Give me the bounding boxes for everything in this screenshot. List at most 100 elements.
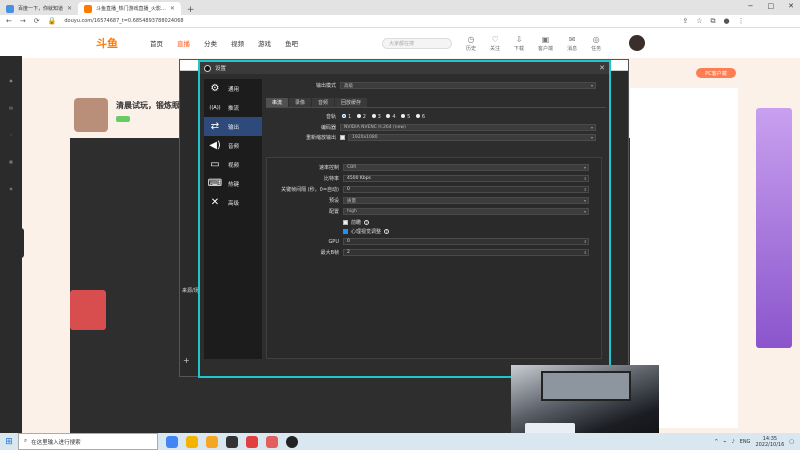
site-search-input[interactable]: 大家都在搜 [382,37,452,49]
lookahead-checkbox[interactable] [343,220,348,225]
rail-item[interactable]: ◉ [0,78,22,83]
minimize-button[interactable]: − [748,2,754,10]
rail-item[interactable]: ◈ [0,186,22,191]
message-button[interactable]: ✉ 消息 [567,35,577,52]
bitrate-spinbox[interactable]: 4500 Kbps ⇕ [343,175,589,182]
sidebar-item-video[interactable]: ▭ 视频 [204,155,262,174]
download-button[interactable]: ⇩ 下载 [514,35,524,52]
tab-recording[interactable]: 录像 [289,98,312,107]
sidebar-toggle-handle[interactable] [18,228,24,258]
clock[interactable]: 14:35 2022/10/16 [755,436,784,448]
spin-arrows-icon[interactable]: ⇕ [584,187,588,192]
spin-arrows-icon[interactable]: ⇕ [584,250,588,255]
message-label: 消息 [567,45,578,52]
sidebar-item-output[interactable]: ⇄ 输出 [204,117,262,136]
sidebar-item-hotkeys[interactable]: ⌨ 热键 [204,174,262,193]
windows-start-button[interactable]: ⊞ [0,433,18,450]
promo-banner[interactable] [756,108,792,348]
tab-close-icon[interactable]: ✕ [67,5,72,12]
task-button[interactable]: ◎ 任务 [591,35,601,52]
rescale-checkbox[interactable] [340,135,345,140]
rail-item[interactable]: ▦ [0,159,22,164]
browser-tab-active[interactable]: 斗鱼直播_热门游戏直播_火影... ✕ [78,2,181,15]
history-label: 历史 [466,45,477,52]
volume-icon[interactable]: ♪ [731,439,734,445]
rate-control-select[interactable]: CBR ▾ [343,164,589,171]
tab-streaming[interactable]: 串流 [266,98,289,107]
douyu-logo[interactable]: 斗鱼 [96,35,118,51]
sidebar-item-general[interactable]: ⚙ 通用 [204,79,262,98]
rail-item[interactable]: ♢ [0,132,22,137]
add-scene-button[interactable]: + [183,356,190,365]
new-tab-button[interactable]: + [181,5,201,15]
streamer-avatar[interactable] [74,98,108,132]
audio-track-num: 1 [348,113,352,120]
help-icon[interactable]: ? [384,229,390,234]
forward-arrow-icon[interactable]: → [20,17,26,25]
app-icon[interactable] [206,435,218,448]
reload-icon[interactable]: ⟳ [34,17,40,25]
audio-track-radio-4[interactable] [386,113,391,118]
encoder-select[interactable]: NVIDIA NVENC H.264 (new) ▾ [340,124,596,131]
spin-arrows-icon[interactable]: ⇕ [584,239,588,244]
history-button[interactable]: ◷ 历史 [466,35,476,52]
explorer-icon[interactable] [186,435,198,448]
follow-button[interactable]: ♡ 关注 [490,35,500,52]
obs-taskbar-icon[interactable] [286,435,298,448]
chevron-up-icon[interactable]: ^ [714,439,718,445]
spin-arrows-icon[interactable]: ⇕ [584,176,588,181]
gpu-spinbox[interactable]: 0 ⇕ [343,238,589,245]
preset-select[interactable]: 质量 ▾ [343,197,589,204]
psycho-visual-checkbox[interactable] [343,229,348,234]
keyframe-spinbox[interactable]: 0 ⇕ [343,186,589,193]
maximize-button[interactable]: □ [768,2,775,10]
nav-home[interactable]: 首页 [150,38,163,48]
rescale-select[interactable]: 1920x1080 ▾ [348,134,596,141]
nav-yuba[interactable]: 鱼吧 [285,38,298,48]
taskbar-search-box[interactable]: ⌕ 在这里输入进行搜索 [18,433,158,450]
nav-video[interactable]: 视频 [231,38,244,48]
app-icon[interactable] [266,435,278,448]
output-mode-select[interactable]: 高级 ▾ [340,82,596,89]
sidebar-item-audio[interactable]: ◀) 音频 [204,136,262,155]
sidebar-item-stream[interactable]: ((A)) 推流 [204,98,262,117]
client-button[interactable]: ▣ 客户端 [538,35,553,52]
bframes-spinbox[interactable]: 2 ⇕ [343,249,589,256]
app-icon[interactable] [226,435,238,448]
share-icon[interactable]: ⇪ [682,17,688,25]
sidebar-item-advanced[interactable]: ✕ 高级 [204,193,262,212]
rail-item[interactable]: ▤ [0,105,22,110]
audio-track-radio-5[interactable] [401,113,406,118]
pc-client-button[interactable]: PC客户端 [696,68,736,78]
network-icon[interactable]: ⌁ [723,439,726,445]
gift-box[interactable] [70,290,106,330]
profile-icon[interactable]: ● [724,17,730,25]
url-field[interactable]: douyu.com/16574687_t=0.6854893788024068 [64,18,674,24]
extensions-icon[interactable]: ⧉ [711,17,716,26]
chrome-icon[interactable] [166,435,178,448]
tab-audio[interactable]: 音频 [312,98,335,107]
audio-track-radio-1[interactable] [342,113,346,118]
user-avatar[interactable] [629,35,646,51]
profile-select[interactable]: high ▾ [343,208,589,215]
nav-live[interactable]: 直播 [177,38,190,48]
audio-track-radio-3[interactable] [371,113,376,118]
help-icon[interactable]: ? [364,220,370,225]
bookmark-star-icon[interactable]: ☆ [696,17,702,25]
site-header: 斗鱼 首页 直播 分类 视频 游戏 鱼吧 大家都在搜 ◷ 历史 ♡ 关注 ⇩ 下载 ▣… [0,28,800,58]
nav-category[interactable]: 分类 [204,38,217,48]
menu-icon[interactable]: ⋮ [738,17,745,25]
browser-tab[interactable]: 百度一下，你就知道 ✕ [0,2,78,15]
audio-track-radio-2[interactable] [356,113,361,118]
tab-replay-buffer[interactable]: 回放缓存 [335,98,368,107]
back-arrow-icon[interactable]: ← [6,17,12,25]
settings-close-button[interactable]: ✕ [599,64,605,72]
tab-close-icon[interactable]: ✕ [170,5,175,12]
audio-track-radio-6[interactable] [415,113,420,118]
language-indicator[interactable]: ENG [740,439,751,445]
nav-games[interactable]: 游戏 [258,38,271,48]
app-icon[interactable] [246,435,258,448]
close-window-button[interactable]: ✕ [788,2,794,10]
notification-icon[interactable]: ▢ [789,439,794,445]
history-icon: ◷ [467,34,475,44]
